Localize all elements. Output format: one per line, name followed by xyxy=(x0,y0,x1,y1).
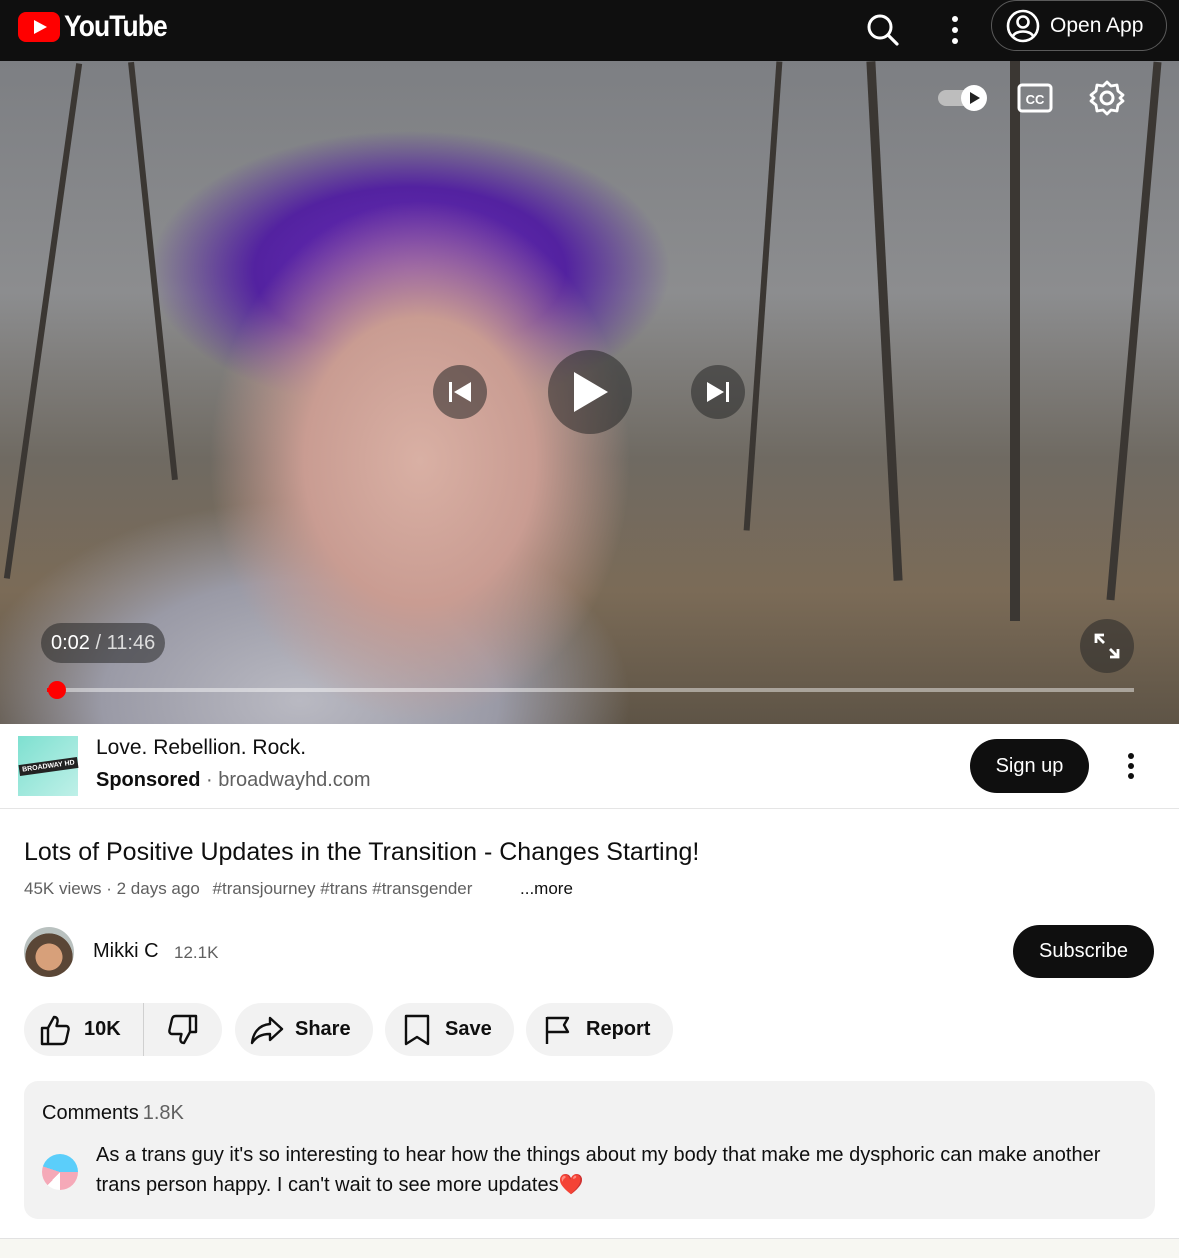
top-comment-text: As a trans guy it's so interesting to he… xyxy=(96,1144,1101,1196)
save-button[interactable]: Save xyxy=(385,1003,514,1056)
thumbs-up-icon xyxy=(40,1015,70,1045)
channel-name[interactable]: Mikki C xyxy=(93,940,159,963)
account-circle-icon xyxy=(1006,9,1040,42)
video-player[interactable]: CC 0:02 / 11:46 xyxy=(0,61,1179,724)
youtube-play-badge-icon xyxy=(18,12,60,42)
sponsored-label: Sponsored xyxy=(96,769,201,791)
ad-separator: · xyxy=(206,769,213,791)
youtube-wordmark: YouTube xyxy=(64,10,168,43)
video-frame-tree xyxy=(1106,61,1162,601)
search-icon[interactable] xyxy=(861,8,905,52)
like-button[interactable]: 10K xyxy=(24,1003,144,1056)
captions-icon[interactable]: CC xyxy=(1015,79,1055,117)
like-count: 10K xyxy=(84,1018,121,1040)
share-button[interactable]: Share xyxy=(235,1003,373,1056)
autoplay-toggle[interactable] xyxy=(935,81,991,115)
sponsored-ad[interactable]: BROADWAY HD Love. Rebellion. Rock. Spons… xyxy=(0,724,1179,809)
more-vert-icon[interactable] xyxy=(933,8,977,52)
comments-heading: Comments xyxy=(42,1102,139,1124)
ad-thumbnail[interactable]: BROADWAY HD xyxy=(18,736,78,796)
ad-meta: Sponsored · broadwayhd.com xyxy=(96,769,371,792)
ad-domain: broadwayhd.com xyxy=(218,769,371,791)
video-timecode: 0:02 / 11:46 xyxy=(41,623,166,663)
top-app-bar: YouTube Open App xyxy=(0,0,1179,61)
video-meta[interactable]: 45K views · 2 days ago #transjourney #tr… xyxy=(24,879,573,899)
video-progress-bar[interactable] xyxy=(47,681,1134,699)
previous-icon[interactable] xyxy=(433,365,487,419)
video-frame-tree xyxy=(866,61,903,581)
settings-icon[interactable] xyxy=(1085,76,1129,120)
video-frame-tree xyxy=(3,63,83,579)
ad-more-vert-icon[interactable] xyxy=(1116,748,1146,784)
hashtags[interactable]: #transjourney #trans #transgender xyxy=(213,879,473,898)
ad-title[interactable]: Love. Rebellion. Rock. xyxy=(96,736,306,760)
video-frame-tree xyxy=(1010,61,1020,621)
ad-thumbnail-logo-text: BROADWAY HD xyxy=(18,756,78,776)
share-icon xyxy=(250,1016,284,1044)
bookmark-icon xyxy=(404,1014,430,1045)
commenter-avatar[interactable] xyxy=(42,1154,78,1190)
time-total: 11:46 xyxy=(106,631,156,654)
subscriber-count: 12.1K xyxy=(174,943,219,962)
play-icon[interactable] xyxy=(548,350,632,434)
time-separator: / xyxy=(95,631,102,654)
video-title[interactable]: Lots of Positive Updates in the Transiti… xyxy=(24,838,699,867)
video-scrubber-knob[interactable] xyxy=(48,681,66,699)
report-button[interactable]: Report xyxy=(526,1003,673,1056)
comments-header: Comments 1.8K xyxy=(42,1102,184,1125)
top-comment: As a trans guy it's so interesting to he… xyxy=(96,1140,1106,1200)
dislike-button[interactable] xyxy=(144,1003,221,1056)
upload-age: 2 days ago xyxy=(116,879,200,898)
description-more-link[interactable]: ...more xyxy=(520,879,573,899)
youtube-logo[interactable]: YouTube xyxy=(18,10,181,44)
comments-count: 1.8K xyxy=(142,1102,184,1124)
like-dislike-pill: 10K xyxy=(24,1003,222,1056)
channel-avatar[interactable] xyxy=(24,927,74,977)
bottom-sheet-edge xyxy=(0,1238,1179,1258)
next-icon[interactable] xyxy=(691,365,745,419)
subscribe-button[interactable]: Subscribe xyxy=(1013,925,1154,978)
save-label: Save xyxy=(445,1018,492,1040)
fullscreen-icon[interactable] xyxy=(1080,619,1134,673)
ad-signup-button[interactable]: Sign up xyxy=(970,739,1089,793)
view-count: 45K views xyxy=(24,879,102,898)
time-current: 0:02 xyxy=(51,631,90,654)
flag-icon xyxy=(545,1016,570,1044)
comments-panel[interactable]: Comments 1.8K As a trans guy it's so inte… xyxy=(24,1081,1155,1219)
meta-dot: · xyxy=(106,879,112,898)
video-frame-tree xyxy=(743,61,783,531)
thumbs-down-icon xyxy=(167,1014,197,1044)
heart-emoji-icon: ❤️ xyxy=(558,1174,584,1196)
share-label: Share xyxy=(295,1018,351,1040)
open-app-label: Open App xyxy=(1050,13,1144,37)
video-frame-tree xyxy=(128,61,178,481)
open-app-button[interactable]: Open App xyxy=(991,0,1167,51)
report-label: Report xyxy=(586,1018,651,1040)
svg-text:CC: CC xyxy=(1026,92,1045,107)
